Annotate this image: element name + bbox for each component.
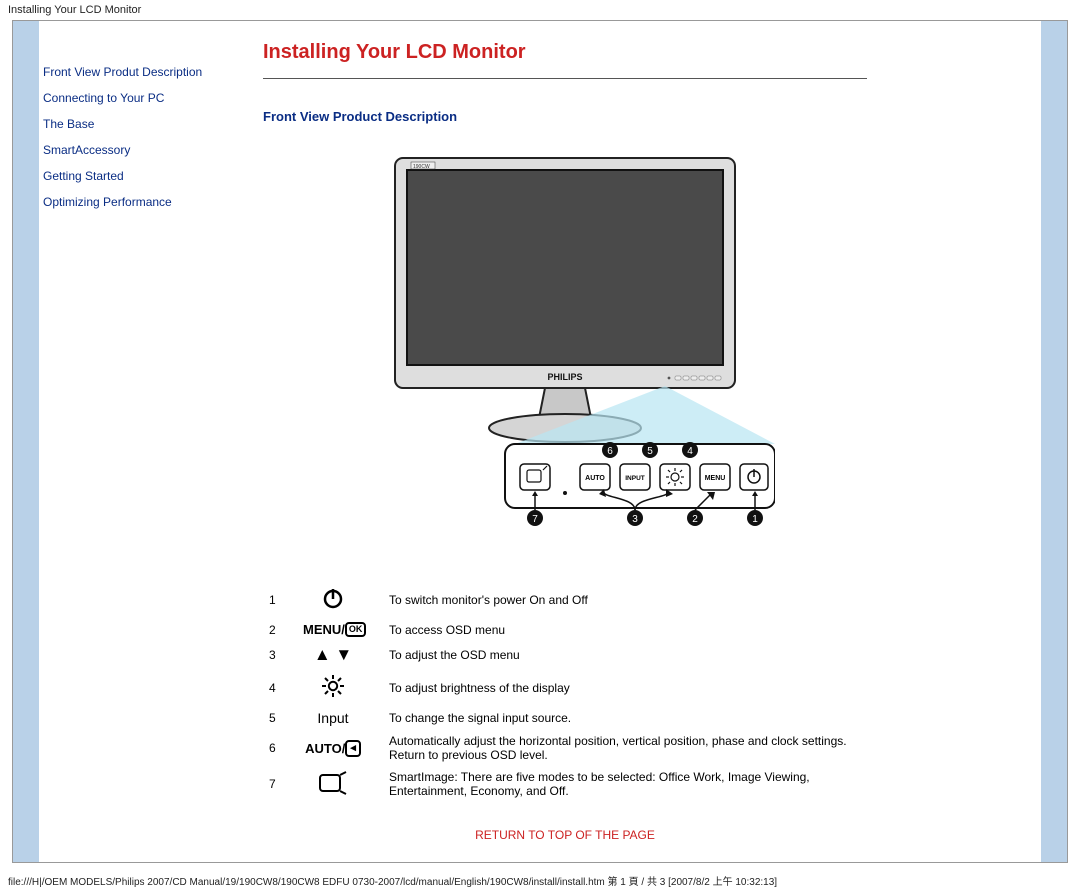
section-title: Front View Product Description: [263, 109, 867, 124]
footer-path: file:///H|/OEM MODELS/Philips 2007/CD Ma…: [0, 869, 1080, 892]
row-num: 1: [263, 581, 297, 618]
sidebar-link-base[interactable]: The Base: [43, 117, 249, 131]
monitor-illustration: 190CW PHILIPS: [355, 148, 775, 548]
page-title: Installing Your LCD Monitor: [263, 41, 867, 64]
row-num: 5: [263, 706, 297, 730]
menu-ok-icon: MENU/OK: [297, 618, 383, 641]
main-content: Installing Your LCD Monitor Front View P…: [253, 21, 1067, 862]
row-num: 3: [263, 641, 297, 669]
return-to-top: RETURN TO TOP OF THE PAGE: [263, 828, 867, 842]
row-desc: To adjust brightness of the display: [383, 669, 867, 706]
sidebar-link-smartaccessory[interactable]: SmartAccessory: [43, 143, 249, 157]
svg-text:7: 7: [532, 514, 538, 525]
row-desc: SmartImage: There are five modes to be s…: [383, 766, 867, 802]
row-num: 7: [263, 766, 297, 802]
table-row: 2 MENU/OK To access OSD menu: [263, 618, 867, 641]
table-row: 6 AUTO/◂ Automatically adjust the horizo…: [263, 730, 867, 766]
smartimage-icon: [297, 766, 383, 802]
window-title: Installing Your LCD Monitor: [8, 4, 141, 16]
row-num: 2: [263, 618, 297, 641]
row-desc: To access OSD menu: [383, 618, 867, 641]
table-row: 3 ▲ ▼ To adjust the OSD menu: [263, 641, 867, 669]
sidebar-link-connecting[interactable]: Connecting to Your PC: [43, 91, 249, 105]
svg-text:1: 1: [752, 514, 758, 525]
svg-text:MENU: MENU: [705, 475, 726, 482]
monitor-brand-label: PHILIPS: [547, 372, 582, 382]
sidebar-link-getting-started[interactable]: Getting Started: [43, 169, 249, 183]
svg-text:2: 2: [692, 514, 698, 525]
sidebar-link-front-view[interactable]: Front View Produt Description: [43, 65, 249, 79]
bezel-button-dots: [668, 376, 721, 380]
return-to-top-link[interactable]: RETURN TO TOP OF THE PAGE: [475, 828, 655, 842]
sidebar-link-optimizing[interactable]: Optimizing Performance: [43, 195, 249, 209]
power-icon: [297, 581, 383, 618]
svg-text:3: 3: [632, 514, 638, 525]
auto-back-icon: AUTO/◂: [297, 730, 383, 766]
svg-text:INPUT: INPUT: [625, 475, 645, 482]
row-desc: To adjust the OSD menu: [383, 641, 867, 669]
monitor-model-label: 190CW: [413, 164, 430, 170]
table-row: 4 To adjust b: [263, 669, 867, 706]
row-num: 6: [263, 730, 297, 766]
brightness-icon: [297, 669, 383, 706]
row-desc: To switch monitor's power On and Off: [383, 581, 867, 618]
monitor-figure: 190CW PHILIPS: [263, 148, 867, 551]
svg-text:AUTO: AUTO: [585, 475, 605, 482]
up-down-icon: ▲ ▼: [297, 641, 383, 669]
table-row: 1 To switch monitor's power On and Off: [263, 581, 867, 618]
row-desc: To change the signal input source.: [383, 706, 867, 730]
left-accent-bar: [13, 21, 39, 862]
svg-text:4: 4: [687, 446, 693, 457]
input-icon: Input: [297, 706, 383, 730]
svg-text:5: 5: [647, 446, 653, 457]
page-frame: Front View Produt Description Connecting…: [12, 20, 1068, 863]
window-title-strip: Installing Your LCD Monitor: [0, 0, 1080, 20]
description-table: 1 To switch monitor's power On and Off 2…: [263, 581, 867, 802]
sidebar-nav: Front View Produt Description Connecting…: [39, 21, 253, 862]
title-rule: [263, 78, 867, 79]
svg-text:6: 6: [607, 446, 613, 457]
row-num: 4: [263, 669, 297, 706]
table-row: 7 SmartImage: There are five modes to be…: [263, 766, 867, 802]
table-row: 5 Input To change the signal input sourc…: [263, 706, 867, 730]
row-desc: Automatically adjust the horizontal posi…: [383, 730, 867, 766]
right-accent-bar: [1041, 21, 1067, 862]
